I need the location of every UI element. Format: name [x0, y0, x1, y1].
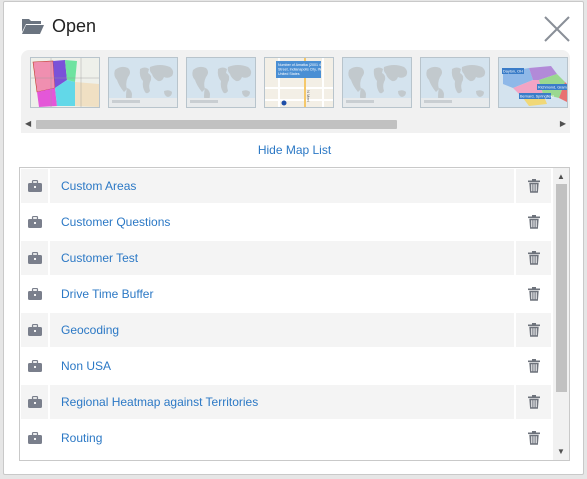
map-name-cell[interactable]: Routing: [50, 421, 514, 455]
svg-text:Number of Amatka (2001 4: Number of Amatka (2001 4: [278, 63, 321, 67]
briefcase-icon: [21, 385, 48, 419]
dialog-header: Open: [21, 14, 96, 38]
map-thumbnail[interactable]: [30, 57, 100, 108]
map-name-link[interactable]: Drive Time Buffer: [50, 287, 153, 301]
vertical-scroll-thumb[interactable]: [556, 184, 567, 392]
map-name-cell[interactable]: Customer Questions: [50, 205, 514, 239]
map-thumbnail-strip: Number of Amatka (2001 4 Street, Indianap…: [21, 50, 570, 133]
map-list-row[interactable]: Routing: [21, 421, 551, 455]
briefcase-icon: [21, 349, 48, 383]
briefcase-icon: [21, 205, 48, 239]
trash-icon[interactable]: [527, 179, 540, 193]
scroll-down-icon[interactable]: ▼: [557, 447, 565, 456]
svg-text:Dayton, OH: Dayton, OH: [503, 70, 523, 74]
svg-text:Street, Indianapolis City, IN: Street, Indianapolis City, IN: [278, 68, 322, 72]
horizontal-scroll-thumb[interactable]: [36, 120, 397, 129]
trash-icon[interactable]: [527, 395, 540, 409]
map-name-cell[interactable]: Customer Test: [50, 241, 514, 275]
map-list-row[interactable]: Non USA: [21, 349, 551, 383]
map-list-row[interactable]: Custom Areas: [21, 169, 551, 203]
svg-text:Bernard, Springfield: Bernard, Springfield: [520, 95, 554, 99]
map-thumbnail[interactable]: Dayton, OH Richmond, Grams Bernard, Spring…: [498, 57, 568, 108]
map-name-cell[interactable]: Geocoding: [50, 313, 514, 347]
map-name-link[interactable]: Customer Questions: [50, 215, 170, 229]
close-icon[interactable]: [542, 14, 572, 44]
map-list-row[interactable]: Regional Heatmap against Territories: [21, 385, 551, 419]
trash-icon[interactable]: [527, 251, 540, 265]
delete-map-button[interactable]: [516, 421, 551, 455]
trash-icon[interactable]: [527, 359, 540, 373]
svg-text:United States: United States: [278, 72, 300, 76]
delete-map-button[interactable]: [516, 313, 551, 347]
svg-text:Richmond, Grams: Richmond, Grams: [538, 86, 568, 90]
delete-map-button[interactable]: [516, 277, 551, 311]
map-thumbnail[interactable]: [108, 57, 178, 108]
map-list: Custom Areas Customer Questions Customer T…: [19, 167, 570, 461]
hide-map-list-link[interactable]: Hide Map List: [4, 143, 585, 157]
map-name-link[interactable]: Non USA: [50, 359, 111, 373]
map-thumbnail[interactable]: [186, 57, 256, 108]
map-name-cell[interactable]: Non USA: [50, 349, 514, 383]
delete-map-button[interactable]: [516, 241, 551, 275]
scroll-up-icon[interactable]: ▲: [557, 172, 565, 181]
briefcase-icon: [21, 169, 48, 203]
briefcase-icon: [21, 421, 48, 455]
horizontal-scrollbar[interactable]: ◀ ▶: [21, 116, 570, 132]
delete-map-button[interactable]: [516, 205, 551, 239]
trash-icon[interactable]: [527, 431, 540, 445]
map-thumbnail[interactable]: [420, 57, 490, 108]
map-list-row[interactable]: Customer Test: [21, 241, 551, 275]
vertical-scrollbar[interactable]: ▲ ▼: [553, 168, 569, 460]
map-thumbnail[interactable]: Number of Amatka (2001 4 Street, Indianap…: [264, 57, 334, 108]
map-name-cell[interactable]: Drive Time Buffer: [50, 277, 514, 311]
map-name-link[interactable]: Regional Heatmap against Territories: [50, 395, 258, 409]
map-thumbnail[interactable]: [342, 57, 412, 108]
trash-icon[interactable]: [527, 287, 540, 301]
folder-open-icon: [22, 19, 44, 34]
trash-icon[interactable]: [527, 215, 540, 229]
map-name-link[interactable]: Routing: [50, 431, 102, 445]
dialog-title: Open: [52, 15, 97, 36]
briefcase-icon: [21, 277, 48, 311]
map-list-row[interactable]: Drive Time Buffer: [21, 277, 551, 311]
map-list-row[interactable]: Customer Questions: [21, 205, 551, 239]
map-name-cell[interactable]: Custom Areas: [50, 169, 514, 203]
delete-map-button[interactable]: [516, 169, 551, 203]
briefcase-icon: [21, 313, 48, 347]
trash-icon[interactable]: [527, 323, 540, 337]
scroll-left-icon[interactable]: ◀: [25, 119, 31, 128]
map-list-row[interactable]: Geocoding: [21, 313, 551, 347]
open-map-dialog: Open Number of Amatka (2001 4 Street, Ind…: [3, 1, 584, 475]
briefcase-icon: [21, 241, 48, 275]
map-name-cell[interactable]: Regional Heatmap against Territories: [50, 385, 514, 419]
svg-text:N Meri: N Meri: [306, 90, 311, 102]
map-name-link[interactable]: Geocoding: [50, 323, 119, 337]
map-name-link[interactable]: Custom Areas: [50, 179, 136, 193]
map-name-link[interactable]: Customer Test: [50, 251, 138, 265]
delete-map-button[interactable]: [516, 385, 551, 419]
scroll-right-icon[interactable]: ▶: [560, 119, 566, 128]
delete-map-button[interactable]: [516, 349, 551, 383]
